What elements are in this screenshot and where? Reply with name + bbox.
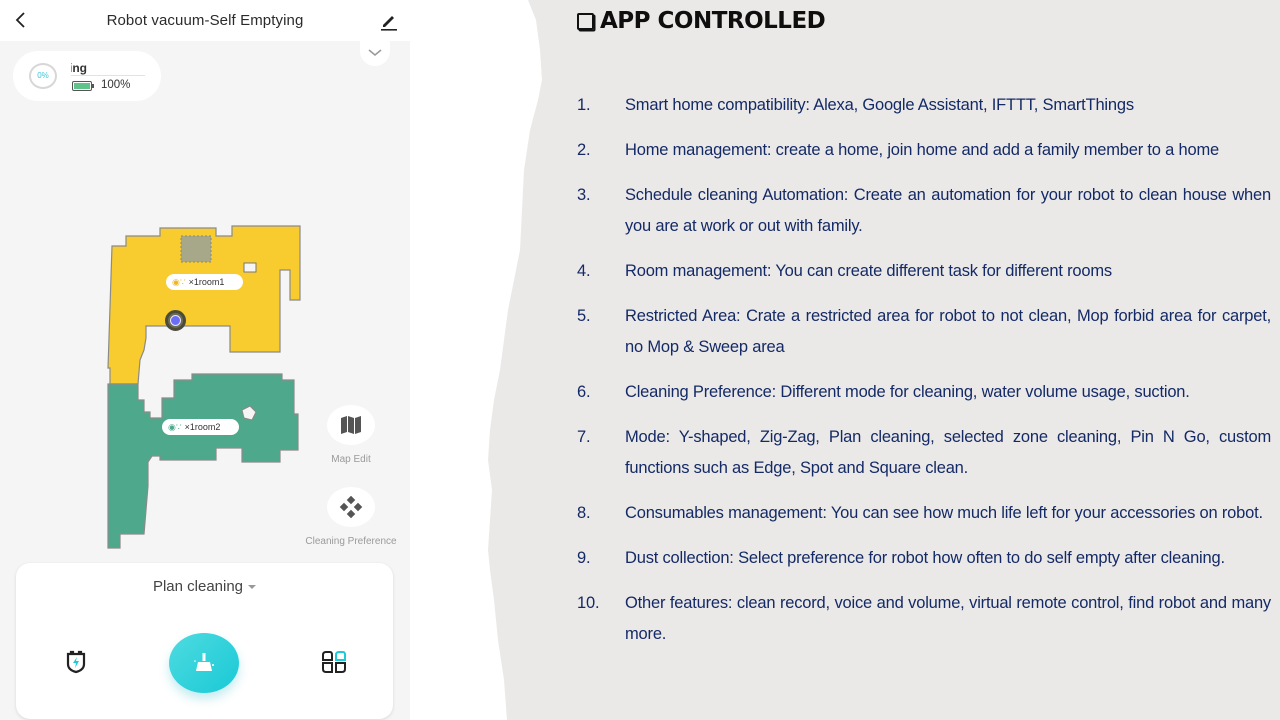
feature-item: 7. Mode: Y-shaped, Zig-Zag, Plan cleaning… (577, 422, 1271, 484)
mop-fan-icon: ◉∵ (172, 277, 186, 287)
feature-number: 1. (577, 96, 591, 114)
feature-item: 9. Dust collection: Select preference for… (577, 543, 1271, 574)
cleaning-progress-ring: 0% (29, 63, 57, 89)
battery-level (74, 83, 90, 89)
map-edit-button[interactable] (327, 405, 375, 445)
feature-item: 2. Home management: create a home, join h… (577, 135, 1271, 166)
feature-number: 9. (577, 549, 591, 567)
feature-number: 10. (577, 594, 600, 612)
feature-text: Mode: Y-shaped, Zig-Zag, Plan cleaning, … (625, 428, 1271, 477)
feature-text: Other features: clean record, voice and … (625, 594, 1271, 643)
app-header: Robot vacuum-Self Emptying (0, 0, 410, 41)
battery-icon (72, 81, 92, 91)
room-grid-icon[interactable] (320, 649, 348, 675)
caret-down-icon (248, 585, 257, 590)
feature-number: 4. (577, 262, 591, 280)
furniture-block (243, 262, 257, 273)
feature-list: 1. Smart home compatibility: Alexa, Googl… (577, 90, 1271, 664)
room2-area[interactable] (107, 373, 299, 549)
feature-item: 3. Schedule cleaning Automation: Create a… (577, 180, 1271, 242)
chevron-down-icon (368, 49, 382, 56)
feature-text: Dust collection: Select preference for r… (625, 549, 1225, 567)
map-icon (341, 416, 361, 434)
feature-item: 4. Room management: You can create differ… (577, 256, 1271, 287)
obstacle-zone (180, 235, 212, 263)
slide-title-text: APP CONTROLLED (600, 8, 826, 34)
feature-number: 5. (577, 307, 591, 325)
robot-app-screenshot: Robot vacuum-Self Emptying 0% Charging 1… (0, 0, 410, 720)
feature-number: 2. (577, 141, 591, 159)
floor-map[interactable] (100, 220, 310, 555)
feature-item: 8. Consumables management: You can see ho… (577, 498, 1271, 529)
room1-tag[interactable]: ◉∵ ×1room1 (166, 274, 243, 290)
checkbox-icon (577, 12, 594, 30)
status-divider (71, 75, 145, 76)
feature-text: Consumables management: You can see how … (625, 504, 1263, 522)
pencil-icon[interactable] (378, 10, 400, 32)
feature-item: 10. Other features: clean record, voice a… (577, 588, 1271, 650)
robot-status-pill: 0% Charging 100% (13, 51, 161, 101)
feature-number: 6. (577, 383, 591, 401)
cleaning-preference-button[interactable] (327, 487, 375, 527)
cleaning-control-card: Plan cleaning (16, 563, 393, 719)
feature-number: 7. (577, 428, 591, 446)
slide-title: APP CONTROLLED (577, 8, 826, 34)
map-edit-label: Map Edit (331, 454, 371, 465)
room2-tag[interactable]: ◉∵ ×1room2 (162, 419, 239, 435)
device-title: Robot vacuum-Self Emptying (106, 12, 304, 29)
cleaning-mode-label: Plan cleaning (152, 578, 244, 595)
feature-number: 8. (577, 504, 591, 522)
preference-icon (339, 496, 363, 518)
battery-tip (92, 84, 94, 88)
battery-percent: 100% (101, 79, 131, 91)
feature-text: Room management: You can create differen… (625, 262, 1112, 280)
feature-item: 6. Cleaning Preference: Different mode fo… (577, 377, 1271, 408)
cleaning-preference-label: Cleaning Preference (305, 536, 397, 547)
cleaning-mode-dropdown[interactable]: Plan cleaning (16, 578, 393, 595)
feature-item: 5. Restricted Area: Crate a restricted ar… (577, 301, 1271, 363)
feature-number: 3. (577, 186, 591, 204)
charge-dock-icon[interactable] (63, 649, 89, 675)
broom-icon (194, 653, 214, 671)
feature-text: Cleaning Preference: Different mode for … (625, 383, 1190, 401)
feature-text: Home management: create a home, join hom… (625, 141, 1219, 159)
feature-item: 1. Smart home compatibility: Alexa, Googl… (577, 90, 1271, 121)
start-cleaning-button[interactable] (169, 633, 239, 693)
robot-state-text: Charging (71, 61, 87, 75)
robot-position-marker (165, 310, 186, 331)
feature-text: Restricted Area: Crate a restricted area… (625, 307, 1271, 356)
feature-text: Schedule cleaning Automation: Create an … (625, 186, 1271, 235)
mop-fan-icon: ◉∵ (168, 422, 182, 432)
collapse-button[interactable] (360, 40, 390, 66)
feature-text: Smart home compatibility: Alexa, Google … (625, 96, 1134, 114)
